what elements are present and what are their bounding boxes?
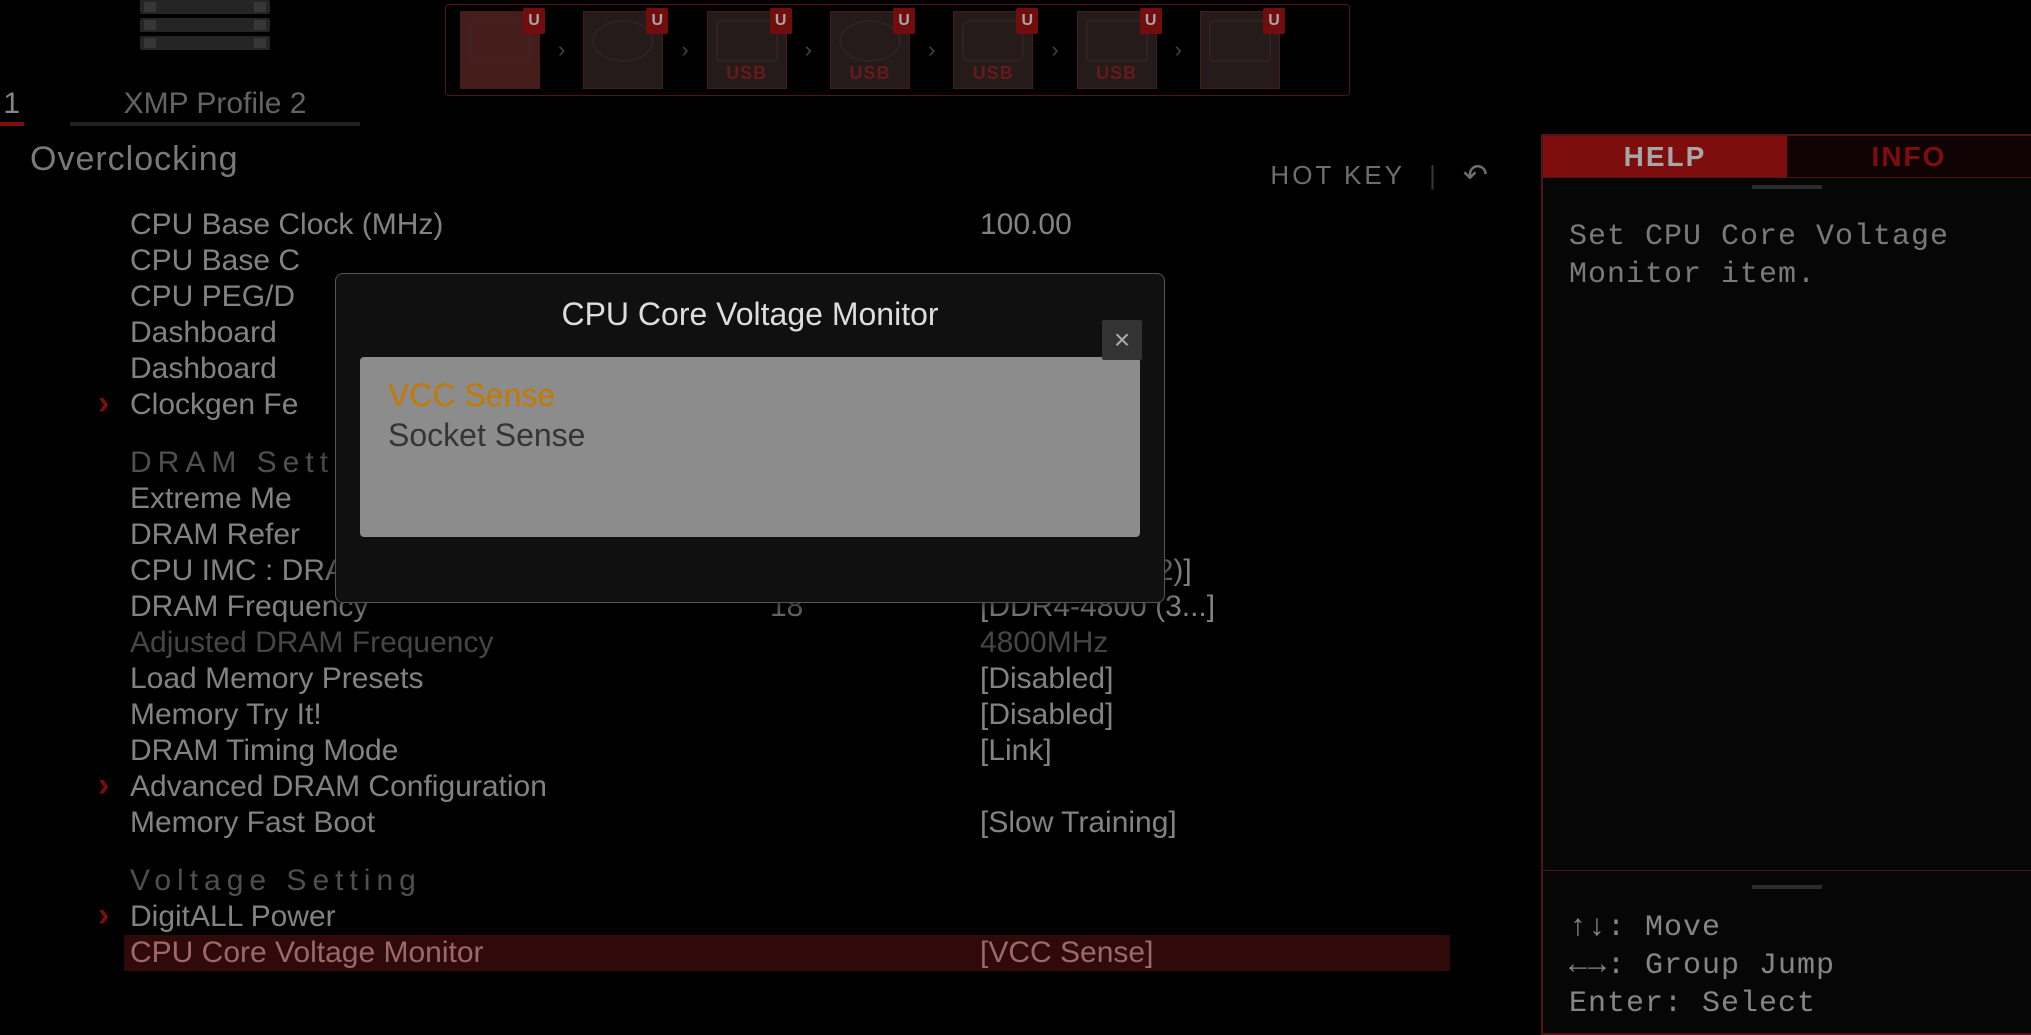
setting-label: Memory Try It! <box>130 698 770 732</box>
boot-priority-strip: U›U›USBU›USBU›USBU›USBU›U <box>445 4 1350 96</box>
uefi-badge: U <box>1016 8 1038 34</box>
tab-label: XMP Profile 2 <box>124 87 307 121</box>
setting-row[interactable]: CPU Base Clock (MHz) 100.00 <box>130 207 1450 243</box>
boot-device-3[interactable]: USBU <box>830 11 910 89</box>
setting-row[interactable]: DigitALL Power <box>130 899 1450 935</box>
setting-value: [Link] <box>980 734 1450 768</box>
uefi-badge: U <box>770 8 792 34</box>
close-icon[interactable]: × <box>1102 320 1142 360</box>
hint-move: ↑↓: Move <box>1569 909 2005 947</box>
setting-label: Memory Fast Boot <box>130 806 770 840</box>
setting-row[interactable]: CPU Core Voltage Monitor [VCC Sense] <box>124 935 1450 971</box>
drive-icon <box>469 20 531 62</box>
setting-label: CPU Base Clock (MHz) <box>130 208 770 242</box>
setting-value: [Slow Training] <box>980 806 1450 840</box>
uefi-badge: U <box>1263 8 1285 34</box>
boot-device-label: USB <box>726 63 767 84</box>
hint-select: Enter: Select <box>1569 985 2005 1023</box>
setting-value: [VCC Sense] <box>980 936 1450 970</box>
voltage-monitor-dialog: CPU Core Voltage Monitor × VCC SenseSock… <box>335 273 1165 603</box>
dialog-options: VCC SenseSocket Sense <box>360 357 1140 537</box>
key-hints: ↑↓: Move ←→: Group Jump Enter: Select <box>1543 870 2031 1033</box>
chevron-right-icon: › <box>928 37 935 63</box>
tab-xmp-profile-2[interactable]: XMP Profile 2 <box>70 86 360 126</box>
hint-groupjump: ←→: Group Jump <box>1569 947 2005 985</box>
boot-device-6[interactable]: U <box>1200 11 1280 89</box>
tab-info[interactable]: INFO <box>1787 136 2031 178</box>
disc-icon <box>839 20 901 62</box>
boot-device-0[interactable]: U <box>460 11 540 89</box>
tab-label: INFO <box>1872 141 1947 173</box>
setting-value: 100.00 <box>980 208 1450 242</box>
boot-device-2[interactable]: USBU <box>707 11 787 89</box>
device-icon <box>962 20 1024 62</box>
setting-value: [Disabled] <box>980 698 1450 732</box>
boot-device-1[interactable]: U <box>583 11 663 89</box>
boot-device-label: USB <box>973 63 1014 84</box>
uefi-badge: U <box>523 8 545 34</box>
help-text: Set CPU Core Voltage Monitor item. <box>1543 196 2031 316</box>
uefi-badge: U <box>1140 8 1162 34</box>
setting-row[interactable]: Load Memory Presets [Disabled] <box>130 661 1450 697</box>
setting-row[interactable]: DRAM Timing Mode [Link] <box>130 733 1450 769</box>
setting-label: DRAM Timing Mode <box>130 734 770 768</box>
drive-icon <box>1086 20 1148 62</box>
setting-label: Voltage Setting <box>130 864 770 898</box>
help-sidebar: HELP INFO Set CPU Core Voltage Monitor i… <box>1541 134 2031 1035</box>
setting-value: 4800MHz <box>980 626 1450 660</box>
tab-help[interactable]: HELP <box>1543 136 1787 178</box>
tab-label: HELP <box>1624 141 1707 173</box>
setting-label: Load Memory Presets <box>130 662 770 696</box>
boot-device-5[interactable]: USBU <box>1077 11 1157 89</box>
hotkey-label[interactable]: HOT KEY <box>1270 160 1405 191</box>
setting-label: CPU Core Voltage Monitor <box>130 936 770 970</box>
setting-row[interactable]: Memory Try It! [Disabled] <box>130 697 1450 733</box>
uefi-badge: U <box>646 8 668 34</box>
tab-xmp-profile-1[interactable]: 1 <box>0 86 24 126</box>
ram-slots-icon <box>140 0 270 50</box>
setting-label: Advanced DRAM Configuration <box>130 770 770 804</box>
setting-value: [Disabled] <box>980 662 1450 696</box>
boot-device-label: USB <box>1096 63 1137 84</box>
setting-row: Adjusted DRAM Frequency 4800MHz <box>130 625 1450 661</box>
boot-device-label: USB <box>849 63 890 84</box>
dialog-option[interactable]: Socket Sense <box>388 415 1112 455</box>
chevron-right-icon: › <box>805 37 812 63</box>
separator: | <box>1429 160 1439 191</box>
setting-row[interactable]: Memory Fast Boot [Slow Training] <box>130 805 1450 841</box>
chevron-right-icon: › <box>1175 37 1182 63</box>
boot-device-4[interactable]: USBU <box>953 11 1033 89</box>
chevron-right-icon: › <box>1051 37 1058 63</box>
dialog-option[interactable]: VCC Sense <box>388 375 1112 415</box>
resize-grip-icon <box>1569 885 2005 901</box>
setting-label: DigitALL Power <box>130 900 770 934</box>
chevron-right-icon: › <box>681 37 688 63</box>
uefi-badge: U <box>893 8 915 34</box>
chevron-right-icon: › <box>558 37 565 63</box>
resize-grip-icon <box>1543 178 2031 196</box>
tab-label: 1 <box>3 87 20 121</box>
dialog-title: CPU Core Voltage Monitor <box>336 274 1164 351</box>
undo-icon[interactable]: ↶ <box>1463 158 1491 193</box>
disc-icon <box>592 20 654 62</box>
hotkey-bar: HOT KEY | ↶ <box>1270 158 1491 193</box>
setting-label: Adjusted DRAM Frequency <box>130 626 770 660</box>
setting-row[interactable]: Advanced DRAM Configuration <box>130 769 1450 805</box>
drive-icon <box>716 20 778 62</box>
drive-icon <box>1209 20 1271 62</box>
setting-row: Voltage Setting <box>130 863 1450 899</box>
